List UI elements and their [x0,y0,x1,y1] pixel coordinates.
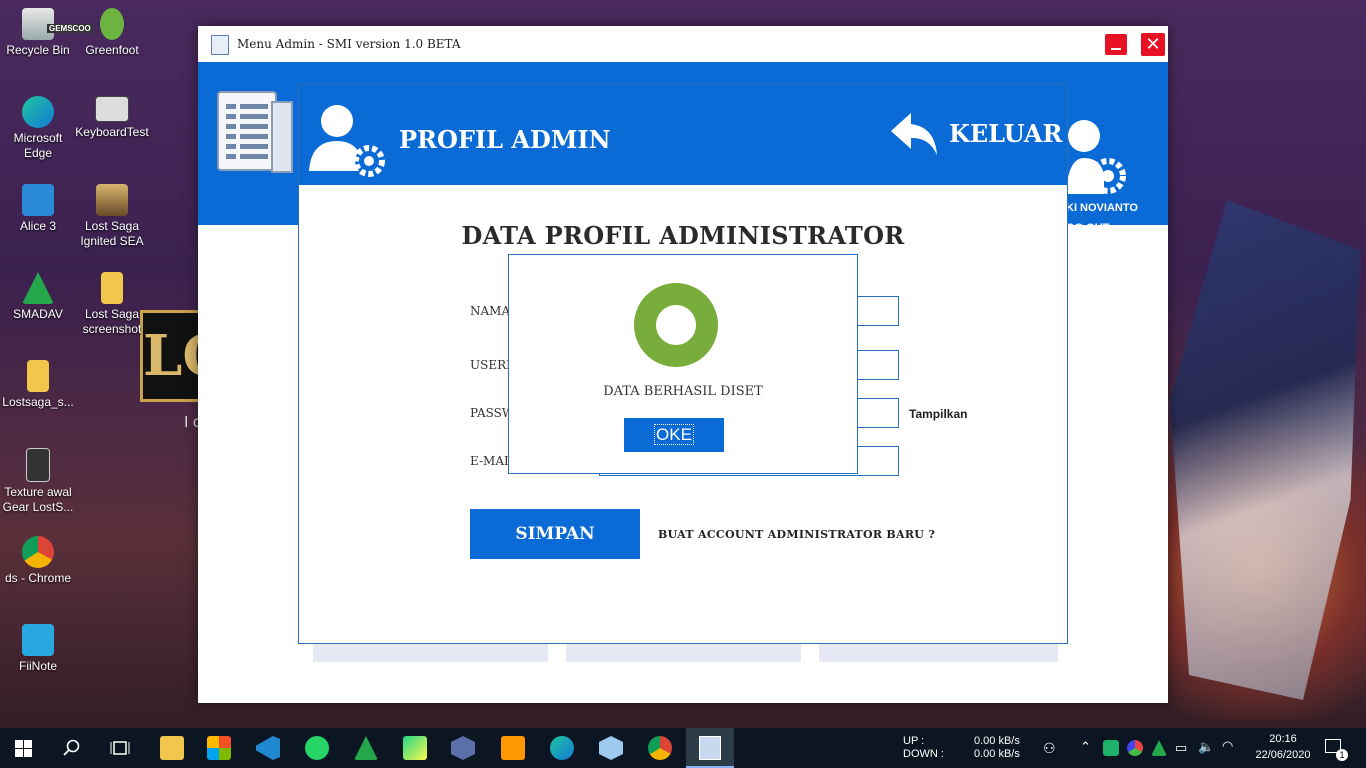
desktop-icon-fiinote[interactable]: FiiNote [0,624,76,674]
smadav-icon[interactable] [354,736,378,760]
net-down-speed: 0.00 kB/s [974,748,1020,760]
people-icon[interactable]: ⚇ [1043,740,1056,757]
back-arrow-icon[interactable] [889,111,941,157]
file-explorer-icon[interactable] [160,736,184,760]
chevron-up-icon[interactable]: ⌃ [1080,739,1091,755]
exit-button[interactable]: KELUAR [949,119,1062,148]
notification-count: 1 [1336,749,1348,761]
desktop-icon-lost-saga[interactable]: Lost Saga Ignited SEA [74,184,150,249]
greenfoot-icon [100,8,124,40]
panel-title: PROFIL ADMIN [399,125,611,154]
sublime-icon[interactable] [501,736,525,760]
user-settings-icon [1066,120,1126,194]
ok-button[interactable]: OKE [624,418,724,452]
net-up-label: UP : [903,735,925,747]
document-icon[interactable] [216,90,294,174]
search-icon[interactable] [63,739,81,757]
user-menu[interactable]: KI NOVIANTO OG OUT [1066,114,1168,236]
section-title: DATA PROFIL ADMINISTRATOR [461,221,905,250]
tray-app-icon[interactable] [1103,740,1119,756]
folder-icon [27,360,49,392]
save-button[interactable]: SIMPAN [470,509,640,559]
desktop-icon-edge[interactable]: Microsoft Edge [0,96,76,161]
pycharm-icon[interactable] [403,736,427,760]
app-document-icon [699,736,721,760]
app-cube-icon[interactable] [599,736,623,760]
image-file-icon [26,448,50,482]
success-ring-icon [634,283,718,367]
menu-tile[interactable] [566,641,801,662]
net-up-speed: 0.00 kB/s [974,735,1020,747]
app-icon [211,35,229,55]
desktop-icon-greenfoot[interactable]: Greenfoot [74,8,150,58]
wifi-icon[interactable]: ◠ [1222,738,1233,754]
task-view-icon[interactable] [110,739,130,757]
tray-smadav-icon[interactable] [1151,740,1167,756]
net-down-label: DOWN : [903,748,944,760]
folder-icon [101,272,123,304]
title-bar[interactable]: Menu Admin - SMI version 1.0 BETA ✕ [198,26,1168,62]
close-button[interactable]: ✕ [1141,33,1165,56]
success-dialog: DATA BERHASIL DISET OKE [508,254,858,474]
smadav-icon [22,272,54,304]
desktop-icon-chrome[interactable]: ds - Chrome [0,536,76,586]
new-account-link[interactable]: BUAT ACCOUNT ADMINISTRATOR BARU ? [658,528,935,541]
dialog-message: DATA BERHASIL DISET [603,384,763,399]
clock-time[interactable]: 20:16 [1248,733,1318,745]
store-icon[interactable] [207,736,231,760]
desktop-icon-keyboardtest[interactable]: KeyboardTest [74,96,150,140]
logout-link[interactable]: OG OUT [1066,222,1109,234]
clock-date[interactable]: 22/06/2020 [1248,749,1318,761]
chrome-icon[interactable] [648,736,672,760]
virtualbox-icon[interactable] [451,736,475,760]
windows-start-icon[interactable] [15,740,32,757]
desktop-icon-texture-awal[interactable]: Texture awal Gear LostS... [0,448,76,515]
desktop-icon-lost-saga-screenshot[interactable]: Lost Saga screenshot [74,272,150,337]
ok-button-label: OKE [654,424,694,445]
menu-tile[interactable] [819,641,1058,662]
minimize-button[interactable] [1105,34,1127,55]
edge-icon [22,96,54,128]
name-label: NAMA [470,304,511,318]
keyboard-icon [95,96,129,122]
whatsapp-icon[interactable] [305,736,329,760]
window-title: Menu Admin - SMI version 1.0 BETA [237,37,461,51]
lost-saga-icon [96,184,128,216]
desktop-icon-recycle-bin[interactable]: Recycle Bin [0,8,76,58]
desktop-icon-alice[interactable]: Alice 3 [0,184,76,234]
desktop-icon-lostsaga-s[interactable]: Lostsaga_s... [0,360,76,410]
desktop-icon-smadav[interactable]: SMADAV [0,272,76,322]
tray-color-icon[interactable] [1127,740,1143,756]
fiinote-icon [22,624,54,656]
admin-name: KI NOVIANTO [1066,202,1138,214]
menu-tile[interactable] [313,641,548,662]
taskbar: UP : DOWN : 0.00 kB/s 0.00 kB/s ⚇ ⌃ ▭ 🔈 … [0,728,1366,768]
show-password-toggle[interactable]: Tampilkan [909,407,967,421]
chrome-icon [22,536,54,568]
panel-header: PROFIL ADMIN KELUAR [299,85,1067,185]
edge-icon[interactable] [550,736,574,760]
active-app-taskbar-button[interactable] [686,728,734,768]
vscode-icon[interactable] [256,736,280,760]
volume-icon[interactable]: 🔈 [1198,739,1214,755]
battery-icon[interactable]: ▭ [1175,740,1187,756]
alice-icon [22,184,54,216]
user-settings-icon [309,105,385,177]
